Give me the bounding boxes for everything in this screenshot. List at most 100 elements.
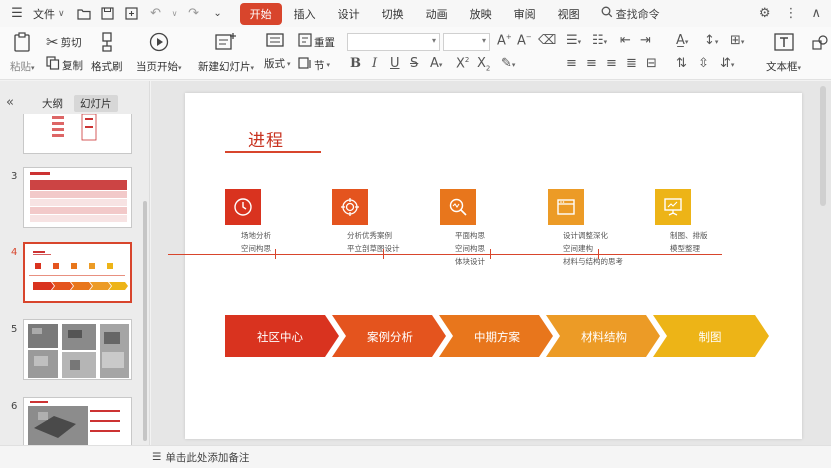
clipboard-icon <box>13 32 31 57</box>
bold-icon[interactable]: B <box>350 56 361 71</box>
columns-icon[interactable]: ⊞▾ <box>730 33 744 48</box>
settings-gear-icon[interactable]: ⚙ <box>759 6 771 21</box>
bullet-list-icon[interactable]: ☰▾ <box>566 33 581 48</box>
step-5-text[interactable]: 制图、排版 模型整理 <box>670 229 708 255</box>
step-1-text[interactable]: 场地分析 空间构思 <box>241 229 271 255</box>
line-spacing-icon[interactable]: ↕▾ <box>704 33 718 48</box>
collapse-panel-icon[interactable]: « <box>6 95 14 110</box>
clear-format-icon[interactable]: ⌫ <box>538 33 556 48</box>
step-4-icon-box[interactable] <box>548 189 584 225</box>
decrease-indent-icon[interactable]: ⇤ <box>620 33 631 48</box>
subscript-icon[interactable]: X2 <box>477 56 490 73</box>
align-right-icon[interactable]: ≡ <box>606 56 617 71</box>
slide-thumbnail-4[interactable] <box>23 242 132 303</box>
search-command[interactable]: 查找命令 <box>601 6 660 22</box>
step-3-line-3: 体块设计 <box>455 257 485 266</box>
redo-icon[interactable]: ↷ <box>185 5 203 23</box>
slide-thumbnail-6[interactable] <box>23 397 132 445</box>
layout-button[interactable]: 版式 ▾ <box>264 56 291 71</box>
tab-slides[interactable]: 幻灯片 <box>74 95 118 112</box>
font-size-select[interactable]: ▾ <box>443 33 490 51</box>
step-1-icon-box[interactable] <box>225 189 261 225</box>
slide-title[interactable]: 进程 <box>248 126 284 151</box>
textbox-button[interactable]: 文本框▾ <box>766 32 801 74</box>
customize-dropdown-icon[interactable]: ⌄ <box>209 5 227 23</box>
format-painter-button[interactable]: 格式刷 <box>91 32 123 74</box>
play-from-current-button[interactable]: 当页开始▾ <box>136 32 182 74</box>
thumbnail-scrollbar[interactable] <box>143 201 147 441</box>
title-underline <box>225 151 321 153</box>
text-direction-icon[interactable]: A̲▾ <box>676 33 688 48</box>
chevron-down-icon: ∨ <box>58 8 65 19</box>
undo-dropdown-icon[interactable]: ∨ <box>171 5 179 23</box>
target-icon <box>341 198 359 216</box>
slide-thumbnail-2[interactable] <box>23 114 132 154</box>
undo-icon[interactable]: ↶ <box>147 5 165 23</box>
tab-review[interactable]: 审阅 <box>504 3 546 25</box>
step-5-icon-box[interactable] <box>655 189 691 225</box>
layout-icon <box>266 33 284 51</box>
shape-icon[interactable] <box>812 35 828 55</box>
file-menu-button[interactable]: ☰ 文件 ∨ <box>8 5 65 23</box>
align-center-icon[interactable]: ≡ <box>586 56 597 71</box>
italic-icon[interactable]: I <box>372 56 377 71</box>
step-4-text[interactable]: 设计调整深化 空间建构 材料与结构的思考 <box>563 229 623 268</box>
reset-label: 重置 <box>314 36 335 49</box>
numbered-list-icon[interactable]: ☷▾ <box>592 33 607 48</box>
strikethrough-icon[interactable]: S <box>410 56 418 71</box>
step-2-icon-box[interactable] <box>332 189 368 225</box>
slide-thumbnail-3[interactable] <box>23 167 132 228</box>
step-3-icon-box[interactable] <box>440 189 476 225</box>
scissors-icon: ✂ <box>46 33 59 51</box>
step-3-text[interactable]: 平面构思 空间构思 体块设计 <box>455 229 485 268</box>
tab-outline[interactable]: 大纲 <box>36 95 69 112</box>
collapse-ribbon-icon[interactable]: ∧ <box>811 6 821 21</box>
superscript-icon[interactable]: X2 <box>456 56 469 71</box>
align-bottom-icon[interactable]: ⇵▾ <box>720 56 734 71</box>
ribbon-tabs: 开始 插入 设计 切换 动画 放映 审阅 视图 <box>239 2 591 25</box>
copy-label: 复制 <box>62 59 83 72</box>
align-top-icon[interactable]: ⇅ <box>676 56 687 71</box>
slide-thumbnail-5[interactable] <box>23 319 132 380</box>
export-icon[interactable] <box>123 5 141 23</box>
paste-button[interactable]: 粘贴▾ <box>10 32 35 74</box>
distributed-icon[interactable]: ⊟ <box>646 56 657 71</box>
tab-insert[interactable]: 插入 <box>284 3 326 25</box>
section-button[interactable]: 节 ▾ <box>298 56 330 74</box>
increase-font-icon[interactable]: A+ <box>497 33 512 48</box>
current-slide[interactable]: 进程 场地分析 空间构思 分析优秀案例 平立剖草图设计 平面构思 空间构思 体块… <box>168 93 802 439</box>
reset-button[interactable]: 重置 <box>298 33 335 51</box>
new-slide-button[interactable]: 新建幻灯片▾ <box>198 32 254 74</box>
tab-animations[interactable]: 动画 <box>416 3 458 25</box>
increase-indent-icon[interactable]: ⇥ <box>640 33 651 48</box>
highlight-icon[interactable]: ✎▾ <box>501 56 515 71</box>
notes-bar[interactable]: ☰ 单击此处添加备注 <box>0 445 831 468</box>
play-circle-icon <box>149 32 169 57</box>
clock-icon <box>234 198 252 216</box>
more-options-icon[interactable]: ⋮ <box>784 6 797 21</box>
magnifier-chart-icon <box>449 198 467 216</box>
save-icon[interactable] <box>99 5 117 23</box>
align-middle-icon[interactable]: ⇳ <box>698 56 709 71</box>
font-family-select[interactable]: ▾ <box>347 33 440 51</box>
justify-icon[interactable]: ≣ <box>626 56 637 71</box>
align-left-icon[interactable]: ≡ <box>566 56 577 71</box>
tab-design[interactable]: 设计 <box>328 3 370 25</box>
format-painter-label: 格式刷 <box>91 61 123 73</box>
copy-button[interactable]: 复制 <box>46 56 83 74</box>
notes-icon: ☰ <box>152 451 162 463</box>
layout-icon-button[interactable] <box>266 33 284 51</box>
font-color-icon[interactable]: A▾ <box>430 56 442 71</box>
copy-icon <box>46 56 60 74</box>
step-2-text[interactable]: 分析优秀案例 平立剖草图设计 <box>347 229 400 255</box>
open-folder-icon[interactable] <box>75 5 93 23</box>
decrease-font-icon[interactable]: A− <box>517 33 532 48</box>
canvas-scrollbar[interactable] <box>820 86 826 206</box>
tab-home[interactable]: 开始 <box>239 2 282 25</box>
cut-button[interactable]: ✂ 剪切 <box>46 33 82 51</box>
notes-placeholder: 单击此处添加备注 <box>165 451 250 464</box>
underline-icon[interactable]: U <box>390 56 400 71</box>
tab-transitions[interactable]: 切换 <box>372 3 414 25</box>
tab-slideshow[interactable]: 放映 <box>460 3 502 25</box>
tab-view[interactable]: 视图 <box>548 3 590 25</box>
